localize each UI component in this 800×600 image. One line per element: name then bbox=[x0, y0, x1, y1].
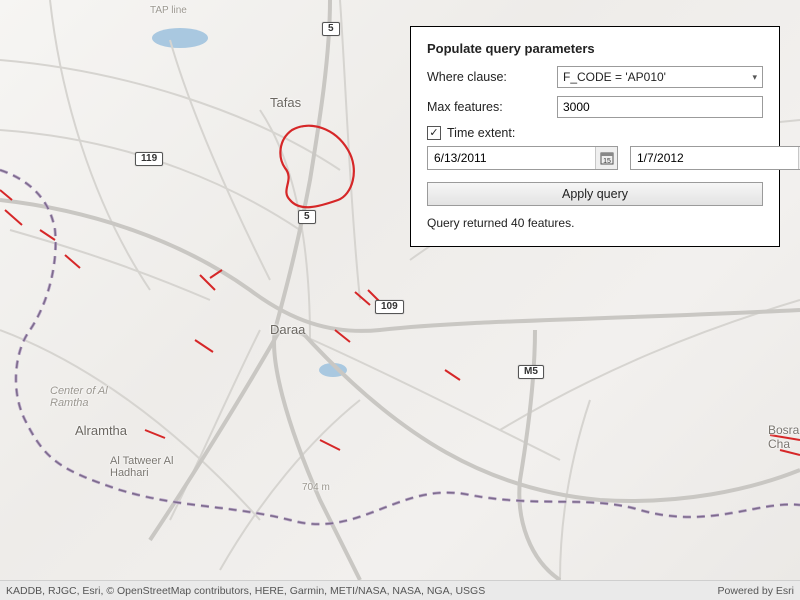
powered-by-text: Powered by Esri bbox=[718, 585, 794, 597]
route-shield-5a: 5 bbox=[322, 22, 340, 36]
route-shield-5b: 5 bbox=[298, 210, 316, 224]
end-date-field[interactable]: 15 bbox=[630, 146, 800, 170]
svg-text:15: 15 bbox=[603, 158, 611, 165]
label-bosra: Bosra Cha bbox=[768, 423, 799, 451]
max-features-input[interactable] bbox=[557, 96, 763, 118]
where-clause-value: F_CODE = 'AP010' bbox=[563, 70, 666, 84]
start-date-field[interactable]: 15 bbox=[427, 146, 618, 170]
time-extent-checkbox[interactable]: ✓ bbox=[427, 126, 441, 140]
route-shield-m5: M5 bbox=[518, 365, 544, 379]
label-tafas: Tafas bbox=[270, 95, 301, 110]
where-clause-label: Where clause: bbox=[427, 70, 547, 84]
label-alramtha: Alramtha bbox=[75, 423, 127, 438]
route-shield-109: 109 bbox=[375, 300, 404, 314]
attribution-text: KADDB, RJGC, Esri, © OpenStreetMap contr… bbox=[6, 585, 485, 597]
panel-title: Populate query parameters bbox=[427, 41, 763, 56]
start-date-input[interactable] bbox=[428, 151, 595, 165]
label-center-al-ramtha: Center of Al Ramtha bbox=[50, 385, 108, 409]
apply-query-button[interactable]: Apply query bbox=[427, 182, 763, 206]
max-features-label: Max features: bbox=[427, 100, 547, 114]
label-tap-line: TAP line bbox=[150, 5, 187, 16]
query-status: Query returned 40 features. bbox=[427, 216, 763, 230]
where-clause-select[interactable]: F_CODE = 'AP010' ▾ bbox=[557, 66, 763, 88]
label-al-tatweer: Al Tatweer Al Hadhari bbox=[110, 455, 173, 479]
time-extent-label: Time extent: bbox=[447, 126, 515, 140]
label-elevation-704: 704 m bbox=[302, 482, 330, 493]
end-date-input[interactable] bbox=[631, 151, 798, 165]
route-shield-119: 119 bbox=[135, 152, 163, 166]
chevron-down-icon: ▾ bbox=[752, 72, 757, 83]
calendar-icon[interactable]: 15 bbox=[595, 147, 617, 169]
query-panel: Populate query parameters Where clause: … bbox=[410, 26, 780, 247]
attribution-bar: KADDB, RJGC, Esri, © OpenStreetMap contr… bbox=[0, 580, 800, 600]
label-daraa: Daraa bbox=[270, 322, 305, 337]
